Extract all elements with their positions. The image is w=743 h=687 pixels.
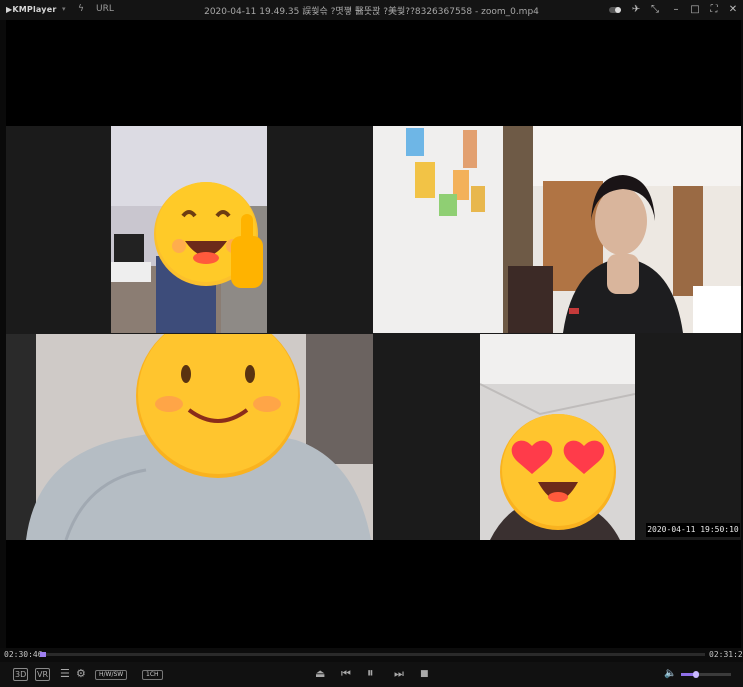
- playlist-icon[interactable]: ☰: [60, 666, 70, 682]
- volume-knob[interactable]: [693, 671, 699, 678]
- vr-icon[interactable]: VR: [35, 668, 51, 681]
- stop-icon[interactable]: ■: [420, 666, 429, 682]
- 3d-icon[interactable]: 3D: [13, 668, 29, 681]
- settings-icon[interactable]: ⚙: [76, 666, 86, 682]
- volume-icon[interactable]: 🔈: [664, 666, 676, 682]
- participant-tile-2: [373, 126, 741, 333]
- previous-icon[interactable]: ⏮: [341, 666, 351, 682]
- participant-tile-1: [111, 126, 267, 333]
- pin-icon[interactable]: ✈: [629, 3, 643, 17]
- next-icon[interactable]: ⏭: [394, 666, 404, 682]
- hw-decoder-chip[interactable]: H/W/SW: [95, 670, 128, 680]
- pause-icon[interactable]: ⏸: [367, 666, 374, 682]
- seek-bar-container: 02:30:46 02:31:21: [0, 648, 743, 662]
- minimize-icon[interactable]: –: [669, 3, 683, 17]
- volume-slider[interactable]: [681, 671, 731, 678]
- restore-icon[interactable]: ⤡: [648, 3, 662, 17]
- title-bar: ▶KMPlayer ▾ ϟ URL 2020-04-11 19.49.35 誤쒖…: [0, 0, 743, 20]
- video-area[interactable]: 2020-04-11 19:50:10: [6, 20, 741, 648]
- participant-tile-3: [6, 334, 373, 540]
- close-icon[interactable]: ✕: [726, 3, 740, 17]
- toggle-icon[interactable]: [608, 3, 622, 17]
- control-bar: 3D VR ☰ ⚙ H/W/SW 1CH ⏏ ⏮ ⏸ ⏭ ■ 🔈: [0, 662, 743, 687]
- seek-bar[interactable]: [40, 652, 705, 657]
- audio-channel-chip[interactable]: 1CH: [142, 670, 163, 680]
- overlay-timestamp: 2020-04-11 19:50:10: [646, 523, 740, 537]
- seek-knob[interactable]: [40, 652, 46, 657]
- maximize-icon[interactable]: □: [688, 3, 702, 17]
- participant-tile-4: [480, 334, 635, 540]
- elapsed-time: 02:30:46: [4, 650, 43, 659]
- fullscreen-icon[interactable]: ⛶: [707, 3, 721, 17]
- total-time: 02:31:21: [709, 650, 743, 659]
- eject-icon[interactable]: ⏏: [315, 666, 325, 682]
